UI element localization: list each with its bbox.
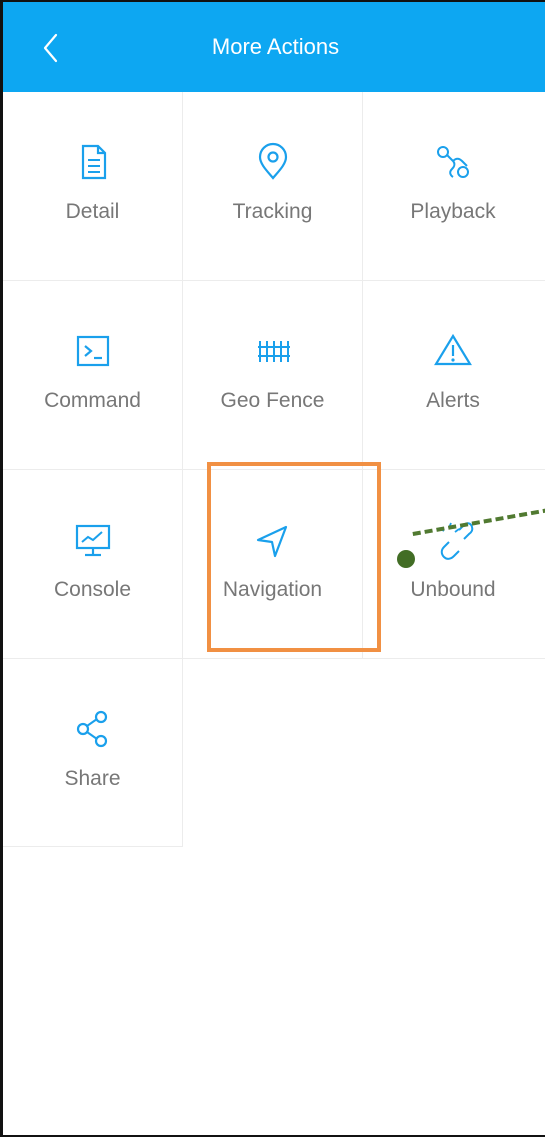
action-command[interactable]: Command — [3, 281, 183, 469]
action-label: Share — [64, 767, 121, 790]
document-icon — [81, 144, 106, 180]
action-label: Playback — [410, 200, 496, 223]
page-title: More Actions — [211, 34, 340, 59]
phone-frame: More Actions Detail Tracking Playback Co… — [0, 0, 545, 1137]
actions-row: Share — [3, 659, 545, 847]
actions-row: Command Geo Fence Alerts — [3, 281, 545, 470]
action-label: Tracking — [232, 200, 313, 223]
monitor-icon — [75, 524, 110, 557]
action-label: Detail — [65, 200, 120, 223]
location-pin-icon — [258, 142, 287, 180]
action-label: Command — [44, 389, 141, 412]
pointer-dot — [397, 550, 415, 568]
header-bar: More Actions — [3, 2, 545, 92]
fence-icon — [257, 341, 290, 362]
action-playback[interactable]: Playback — [363, 92, 543, 280]
action-label: Geo Fence — [220, 389, 325, 412]
actions-row: Detail Tracking Playback — [3, 92, 545, 281]
route-icon — [437, 146, 469, 178]
action-console[interactable]: Console — [3, 470, 183, 658]
action-label: Alerts — [426, 389, 480, 412]
warning-icon — [434, 333, 472, 366]
action-geo-fence[interactable]: Geo Fence — [183, 281, 363, 469]
action-tracking[interactable]: Tracking — [183, 92, 363, 280]
action-label: Unbound — [410, 578, 496, 601]
share-icon — [76, 710, 107, 748]
back-arrow-icon[interactable] — [33, 30, 69, 66]
terminal-icon — [76, 335, 109, 367]
action-label: Console — [53, 578, 132, 601]
action-alerts[interactable]: Alerts — [363, 281, 543, 469]
navigation-highlight-box — [207, 462, 381, 652]
action-detail[interactable]: Detail — [3, 92, 183, 280]
action-unbound[interactable]: Unbound — [363, 470, 543, 658]
action-share[interactable]: Share — [3, 659, 183, 847]
